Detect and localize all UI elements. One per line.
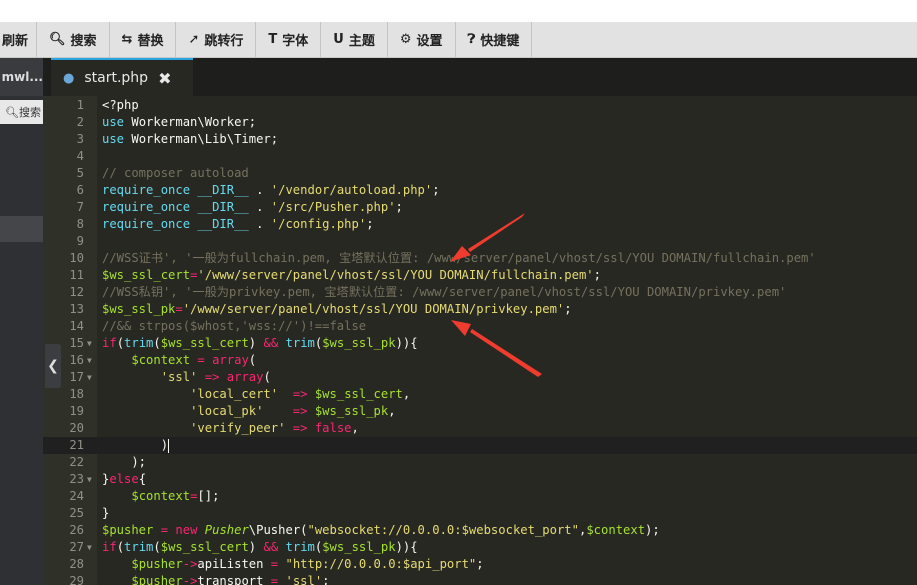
arrow-shaft-lower [470,329,542,377]
arrow-shaft-upper [468,213,525,252]
arrow-head-lower [451,320,471,336]
arrow-head-upper [450,246,471,262]
annotation-arrows [450,213,542,377]
